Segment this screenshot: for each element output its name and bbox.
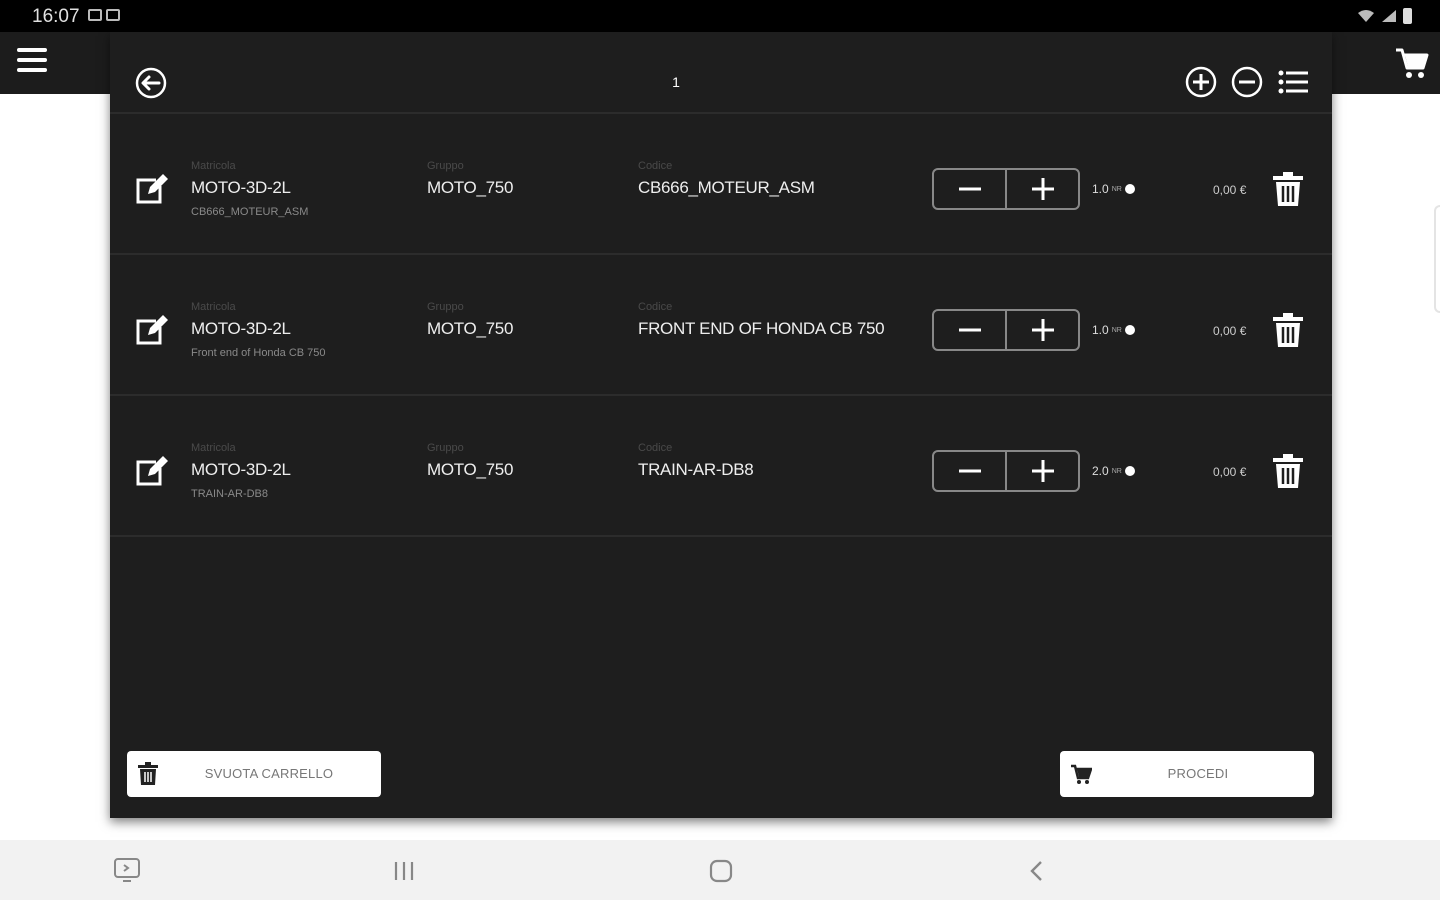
quantity-value: 1.0 NR (1092, 323, 1135, 337)
quantity-value: 2.0 NR (1092, 464, 1135, 478)
item-description: Front end of Honda CB 750 (191, 347, 326, 359)
back-arrow-icon[interactable] (134, 66, 168, 100)
status-icons (1357, 8, 1412, 24)
trash-icon[interactable] (1270, 170, 1306, 208)
status-dot (1124, 466, 1135, 476)
back-nav-icon[interactable] (1026, 859, 1048, 883)
matricola-value: MOTO-3D-2L (191, 319, 291, 338)
plus-icon (1031, 178, 1054, 200)
trash-icon[interactable] (1270, 311, 1306, 349)
empty-cart-button[interactable]: SVUOTA CARRELLO (127, 751, 381, 797)
minus-icon (958, 328, 981, 332)
empty-cart-label: SVUOTA CARRELLO (204, 766, 334, 781)
trash-icon[interactable] (1270, 452, 1306, 490)
edit-icon[interactable] (134, 313, 170, 347)
status-dot (1124, 325, 1135, 335)
gruppo-label: Gruppo (427, 301, 464, 313)
cart-panel: 1 Matricola MOTO-3D-2L CB666_MOTEUR_ASM … (110, 32, 1332, 818)
gruppo-label: Gruppo (427, 160, 464, 172)
edit-icon[interactable] (134, 454, 170, 488)
cart-item-row: Matricola MOTO-3D-2L TRAIN-AR-DB8 Gruppo… (110, 396, 1332, 537)
proceed-label: PROCEDI (1167, 766, 1229, 781)
status-time: 16:07 (32, 6, 80, 27)
gruppo-value: MOTO_750 (427, 178, 514, 197)
decrease-button[interactable] (934, 170, 1005, 208)
hamburger-menu-icon[interactable] (17, 48, 47, 76)
navigation-bar (0, 840, 1440, 900)
wifi-icon (1358, 10, 1374, 22)
cart-item-row: Matricola MOTO-3D-2L Front end of Honda … (110, 255, 1332, 396)
recent-apps-icon[interactable] (392, 860, 416, 882)
quantity-stepper (932, 309, 1080, 351)
quantity-unit: NR (1111, 326, 1122, 334)
price-value: 0,00 € (1213, 324, 1247, 338)
proceed-button[interactable]: PROCEDI (1060, 751, 1314, 797)
quantity-value: 1.0 NR (1092, 182, 1135, 196)
matricola-label: Matricola (191, 301, 236, 313)
item-description: CB666_MOTEUR_ASM (191, 206, 309, 218)
edge-panel-handle[interactable] (1434, 205, 1440, 313)
quantity-unit: NR (1111, 185, 1122, 193)
quantity-stepper (932, 450, 1080, 492)
plus-circle-icon[interactable] (1184, 65, 1218, 99)
codice-value: CB666_MOTEUR_ASM (638, 178, 815, 197)
matricola-value: MOTO-3D-2L (191, 178, 291, 197)
gruppo-label: Gruppo (427, 442, 464, 454)
quantity-unit: NR (1111, 467, 1122, 475)
codice-value: TRAIN-AR-DB8 (638, 460, 754, 479)
matricola-value: MOTO-3D-2L (191, 460, 291, 479)
codice-label: Codice (638, 301, 673, 313)
price-value: 0,00 € (1213, 183, 1247, 197)
codice-label: Codice (638, 160, 673, 172)
media-notification-icon (106, 9, 120, 21)
item-description: TRAIN-AR-DB8 (191, 488, 269, 500)
plus-icon (1031, 319, 1054, 341)
minus-circle-icon[interactable] (1230, 65, 1264, 99)
edit-icon[interactable] (134, 172, 170, 206)
keyboard-switch-icon[interactable] (113, 857, 141, 883)
page-number: 1 (672, 74, 680, 90)
increase-button[interactable] (1005, 311, 1078, 349)
status-bar: 16:07 (0, 0, 1440, 32)
battery-icon (1403, 8, 1412, 24)
notification-icons (88, 9, 120, 21)
gruppo-value: MOTO_750 (427, 319, 514, 338)
cart-item-row: Matricola MOTO-3D-2L CB666_MOTEUR_ASM Gr… (110, 114, 1332, 255)
codice-label: Codice (638, 442, 673, 454)
status-dot (1124, 184, 1135, 194)
signal-icon (1382, 10, 1396, 22)
cart-icon[interactable] (1394, 46, 1430, 80)
gruppo-value: MOTO_750 (427, 460, 514, 479)
quantity-number: 2.0 (1092, 464, 1109, 478)
matricola-label: Matricola (191, 160, 236, 172)
minus-icon (958, 187, 981, 191)
price-value: 0,00 € (1213, 465, 1247, 479)
header-actions (1184, 65, 1310, 99)
decrease-button[interactable] (934, 311, 1005, 349)
decrease-button[interactable] (934, 452, 1005, 490)
increase-button[interactable] (1005, 452, 1078, 490)
plus-icon (1031, 460, 1054, 482)
minus-icon (958, 469, 981, 473)
home-icon[interactable] (708, 859, 734, 883)
increase-button[interactable] (1005, 170, 1078, 208)
cart-header: 1 (110, 32, 1332, 114)
codice-value: FRONT END OF HONDA CB 750 (638, 319, 885, 338)
quantity-number: 1.0 (1092, 323, 1109, 337)
image-notification-icon (88, 9, 102, 21)
matricola-label: Matricola (191, 442, 236, 454)
list-icon[interactable] (1276, 65, 1310, 99)
quantity-stepper (932, 168, 1080, 210)
quantity-number: 1.0 (1092, 182, 1109, 196)
